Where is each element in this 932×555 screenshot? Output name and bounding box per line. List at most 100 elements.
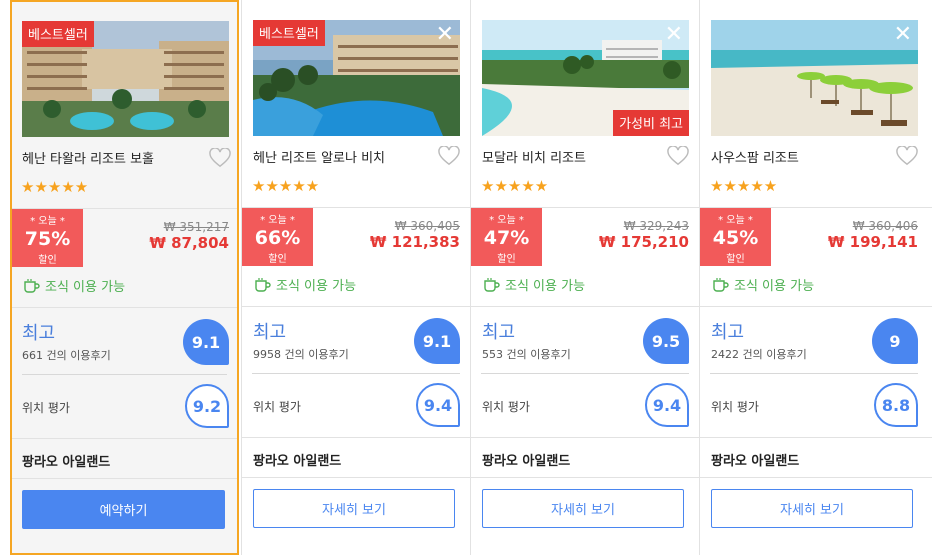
coffee-cup-icon — [484, 277, 500, 292]
book-button[interactable]: 예약하기 — [22, 490, 225, 529]
breakfast-info: 조식 이용 가능 — [712, 275, 814, 294]
best-value-badge: 가성비 최고 — [613, 110, 689, 136]
today-label: * 오늘 * — [260, 215, 295, 226]
star-rating: ★★★★★ — [481, 177, 549, 195]
divider — [471, 477, 699, 478]
star-rating: ★★★★★ — [710, 177, 778, 195]
heart-outline-icon[interactable] — [667, 145, 689, 166]
discount-badge: * 오늘 * 45% 할인 — [700, 208, 771, 266]
heart-outline-icon[interactable] — [896, 145, 918, 166]
review-grade: 최고 — [22, 323, 56, 344]
review-count[interactable]: 9958 건의 이용후기 — [253, 346, 349, 362]
discount-label: 할인 — [726, 254, 745, 265]
today-label: * 오늘 * — [30, 216, 65, 227]
location-rating-label: 위치 평가 — [253, 400, 301, 414]
hotel-photo[interactable]: 베스트셀러 ✕ — [253, 20, 460, 136]
review-count[interactable]: 2422 건의 이용후기 — [711, 346, 807, 362]
star-rating: ★★★★★ — [21, 178, 89, 196]
discount-percent: 66% — [254, 227, 301, 249]
divider — [12, 438, 237, 439]
divider — [700, 306, 932, 307]
divider — [12, 478, 237, 479]
final-price: ₩ 175,210 — [598, 233, 689, 251]
bestseller-badge: 베스트셀러 — [22, 21, 94, 47]
discount-percent: 75% — [24, 228, 71, 250]
review-count[interactable]: 661 건의 이용후기 — [22, 347, 111, 363]
review-grade: 최고 — [253, 322, 287, 343]
review-grade: 최고 — [711, 322, 745, 343]
close-icon[interactable]: ✕ — [894, 24, 912, 46]
region-name: 팡라오 아일랜드 — [22, 455, 111, 470]
bestseller-badge: 베스트셀러 — [253, 20, 325, 46]
discount-badge: * 오늘 * 66% 할인 — [242, 208, 313, 266]
original-price: ₩ 329,243 — [623, 219, 689, 233]
original-price: ₩ 360,406 — [852, 219, 918, 233]
discount-label: 할인 — [497, 254, 516, 265]
view-details-button[interactable]: 자세히 보기 — [253, 489, 455, 528]
view-details-button[interactable]: 자세히 보기 — [711, 489, 913, 528]
breakfast-info: 조식 이용 가능 — [254, 275, 356, 294]
today-label: * 오늘 * — [718, 215, 753, 226]
close-icon[interactable]: ✕ — [665, 24, 683, 46]
view-details-button[interactable]: 자세히 보기 — [482, 489, 684, 528]
hotel-photo[interactable]: ✕ — [711, 20, 918, 136]
divider — [471, 437, 699, 438]
breakfast-info: 조식 이용 가능 — [23, 276, 125, 295]
location-rating-label: 위치 평가 — [482, 400, 530, 414]
hotel-card-selected[interactable]: 베스트셀러 헤난 타왈라 리조트 보홀 ★★★★★ * 오늘 * 75% 할인 … — [10, 0, 239, 555]
original-price: ₩ 351,217 — [163, 220, 229, 234]
region-name: 팡라오 아일랜드 — [253, 454, 342, 469]
coffee-cup-icon — [713, 277, 729, 292]
hotel-name[interactable]: 헤난 타왈라 리조트 보홀 — [22, 148, 154, 167]
divider — [242, 477, 470, 478]
hotel-photo[interactable]: ✕ 가성비 최고 — [482, 20, 689, 136]
location-score: 9.2 — [185, 384, 229, 428]
review-count[interactable]: 553 건의 이용후기 — [482, 346, 571, 362]
hotel-comparison: 베스트셀러 헤난 타왈라 리조트 보홀 ★★★★★ * 오늘 * 75% 할인 … — [0, 0, 932, 555]
final-price: ₩ 199,141 — [827, 233, 918, 251]
location-score: 9.4 — [645, 383, 689, 427]
discount-percent: 47% — [483, 227, 530, 249]
location-rating-label: 위치 평가 — [22, 401, 70, 415]
divider — [252, 373, 460, 374]
heart-outline-icon[interactable] — [209, 147, 231, 168]
breakfast-info: 조식 이용 가능 — [483, 275, 585, 294]
region-name: 팡라오 아일랜드 — [482, 454, 571, 469]
breakfast-label: 조식 이용 가능 — [505, 279, 586, 294]
divider — [242, 306, 470, 307]
divider — [481, 373, 689, 374]
hotel-card[interactable]: ✕ 사우스팜 리조트 ★★★★★ * 오늘 * 45% 할인 ₩ 360,406… — [699, 0, 932, 555]
divider — [242, 437, 470, 438]
divider — [12, 307, 237, 308]
region-name: 팡라오 아일랜드 — [711, 454, 800, 469]
discount-badge: * 오늘 * 47% 할인 — [471, 208, 542, 266]
hotel-card[interactable]: 베스트셀러 ✕ 헤난 리조트 알로나 비치 ★★★★★ * 오늘 * 66% 할… — [241, 0, 470, 555]
review-score: 9.5 — [643, 318, 689, 364]
divider — [22, 374, 227, 375]
discount-percent: 45% — [712, 227, 759, 249]
coffee-cup-icon — [24, 278, 40, 293]
discount-label: 할인 — [38, 255, 57, 266]
hotel-name[interactable]: 헤난 리조트 알로나 비치 — [253, 147, 385, 166]
hotel-photo[interactable]: 베스트셀러 — [22, 21, 229, 137]
hotel-card[interactable]: ✕ 가성비 최고 모달라 비치 리조트 ★★★★★ * 오늘 * 47% 할인 … — [470, 0, 699, 555]
discount-badge: * 오늘 * 75% 할인 — [12, 209, 83, 267]
hotel-photo-image — [711, 20, 918, 136]
location-score: 9.4 — [416, 383, 460, 427]
close-icon[interactable]: ✕ — [436, 24, 454, 46]
discount-label: 할인 — [268, 254, 287, 265]
location-score: 8.8 — [874, 383, 918, 427]
original-price: ₩ 360,405 — [394, 219, 460, 233]
review-score: 9.1 — [414, 318, 460, 364]
hotel-name[interactable]: 모달라 비치 리조트 — [482, 147, 586, 166]
divider — [700, 437, 932, 438]
today-label: * 오늘 * — [489, 215, 524, 226]
star-rating: ★★★★★ — [252, 177, 320, 195]
breakfast-label: 조식 이용 가능 — [276, 279, 357, 294]
final-price: ₩ 87,804 — [149, 234, 229, 252]
heart-outline-icon[interactable] — [438, 145, 460, 166]
hotel-name[interactable]: 사우스팜 리조트 — [711, 147, 799, 166]
review-score: 9.1 — [183, 319, 229, 365]
final-price: ₩ 121,383 — [369, 233, 460, 251]
coffee-cup-icon — [255, 277, 271, 292]
